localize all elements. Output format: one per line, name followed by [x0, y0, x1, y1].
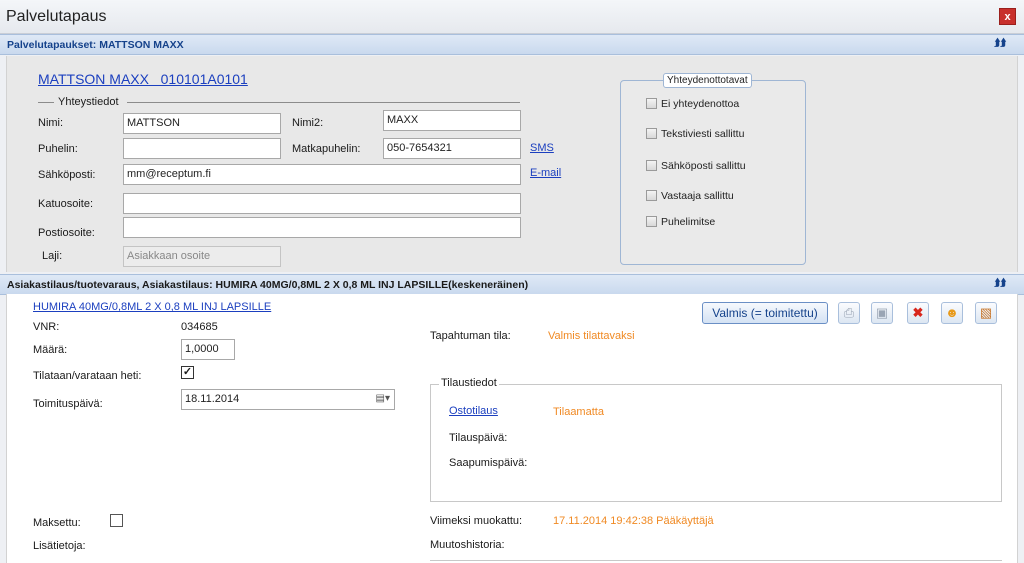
lisatietoja-label: Lisätietoja: [33, 540, 86, 552]
tilaustiedot-title: Tilaustiedot [439, 377, 499, 389]
checkbox-icon[interactable] [646, 128, 657, 139]
contact-option-tekstiviesti[interactable]: Tekstiviesti sallittu [646, 128, 744, 140]
nimi-field[interactable]: MATTSON [123, 113, 281, 134]
collapse-icon[interactable]: ⮭⮭ [994, 38, 1006, 49]
vnr-value: 034685 [181, 321, 218, 333]
contact-methods-box: Yhteydenottotavat Ei yhteydenottoa Tekst… [620, 73, 806, 265]
section-title: Asiakastilaus/tuotevaraus, Asiakastilaus… [7, 279, 529, 291]
maara-field[interactable]: 1,0000 [181, 339, 235, 360]
toimituspaiva-label: Toimituspäivä: [33, 398, 103, 410]
delete-icon[interactable]: ✖ [907, 302, 929, 324]
sahkoposti-label: Sähköposti: [38, 169, 96, 181]
vnr-label: VNR: [33, 321, 60, 333]
laji-field: Asiakkaan osoite [123, 246, 281, 267]
ostotilaus-status: Tilaamatta [553, 406, 604, 418]
sms-link[interactable]: SMS [530, 142, 554, 154]
matkapuhelin-label: Matkapuhelin: [292, 143, 361, 155]
matkapuhelin-field[interactable]: 050-7654321 [383, 138, 521, 159]
checkbox-icon[interactable] [646, 98, 657, 109]
valmis-button[interactable]: Valmis (= toimitettu) [702, 302, 828, 324]
group-title-yhteystiedot: Yhteystiedot [58, 96, 119, 108]
section-header-asiakastilaus[interactable]: Asiakastilaus/tuotevaraus, Asiakastilaus… [0, 274, 1024, 295]
customer-link[interactable]: MATTSON MAXX 010101A0101 [38, 71, 248, 87]
folder-icon[interactable]: ▧ [975, 302, 997, 324]
tapahtuman-tila-value: Valmis tilattavaksi [548, 330, 635, 342]
print-icon[interactable]: ⎙ [838, 302, 860, 324]
maksettu-checkbox[interactable] [110, 514, 123, 527]
muutoshistoria-divider [430, 560, 1002, 561]
puhelin-label: Puhelin: [38, 143, 78, 155]
postiosoite-field[interactable] [123, 217, 521, 238]
tapahtuman-tila-label: Tapahtuman tila: [430, 330, 511, 342]
ostotilaus-link[interactable]: Ostotilaus [449, 405, 498, 417]
nimi2-field[interactable]: MAXX [383, 110, 521, 131]
saapumispaiva-label: Saapumispäivä: [449, 457, 528, 469]
viimeksi-muokattu-value: 17.11.2014 19:42:38 Pääkäyttäjä [553, 515, 714, 527]
sahkoposti-field[interactable]: mm@receptum.fi [123, 164, 521, 185]
puhelin-field[interactable] [123, 138, 281, 159]
contact-option-sahkoposti[interactable]: Sähköposti sallittu [646, 160, 746, 172]
group-line-right [127, 102, 520, 103]
email-link[interactable]: E-mail [530, 167, 561, 179]
window-title: Palvelutapaus [6, 8, 107, 25]
product-link[interactable]: HUMIRA 40MG/0,8ML 2 X 0,8 ML INJ LAPSILL… [33, 301, 271, 313]
maara-label: Määrä: [33, 344, 68, 356]
users-icon[interactable]: ☻ [941, 302, 963, 324]
katuosoite-label: Katuosoite: [38, 198, 94, 210]
contact-option-puhelimitse[interactable]: Puhelimitse [646, 216, 715, 228]
tilataan-label: Tilataan/varataan heti: [33, 370, 142, 382]
section-title: Palvelutapaukset: MATTSON MAXX [7, 39, 184, 51]
contact-option-ei-yhteydenottoa[interactable]: Ei yhteydenottoa [646, 98, 739, 110]
laji-label: Laji: [42, 250, 63, 262]
calendar-dropdown-icon[interactable]: ▤▾ [376, 393, 390, 404]
collapse-icon[interactable]: ⮭⮭ [994, 278, 1006, 289]
tilataan-checkbox[interactable]: ✓ [181, 366, 194, 379]
checkbox-icon[interactable] [646, 216, 657, 227]
muutoshistoria-label: Muutoshistoria: [430, 539, 505, 551]
maksettu-label: Maksettu: [33, 517, 81, 529]
group-line-left [38, 102, 54, 103]
contact-methods-title: Yhteydenottotavat [663, 73, 752, 88]
tilaustiedot-box: Tilaustiedot Ostotilaus Tilaamatta Tilau… [430, 377, 1002, 502]
checkbox-icon[interactable] [646, 190, 657, 201]
toimituspaiva-field[interactable]: 18.11.2014 ▤▾ [181, 389, 395, 410]
save-icon[interactable]: ▣ [871, 302, 893, 324]
close-icon[interactable]: x [999, 8, 1016, 25]
toimituspaiva-value: 18.11.2014 [185, 393, 240, 405]
tilauspaiva-label: Tilauspäivä: [449, 432, 508, 444]
checkbox-icon[interactable] [646, 160, 657, 171]
nimi2-label: Nimi2: [292, 117, 324, 129]
postiosoite-label: Postiosoite: [38, 227, 95, 239]
viimeksi-muokattu-label: Viimeksi muokattu: [430, 515, 523, 527]
katuosoite-field[interactable] [123, 193, 521, 214]
nimi-label: Nimi: [38, 117, 64, 129]
window-titlebar: Palvelutapaus x [0, 0, 1024, 34]
contact-option-vastaaja[interactable]: Vastaaja sallittu [646, 190, 734, 202]
section-header-palvelutapaukset[interactable]: Palvelutapaukset: MATTSON MAXX ⮭⮭ [0, 34, 1024, 55]
